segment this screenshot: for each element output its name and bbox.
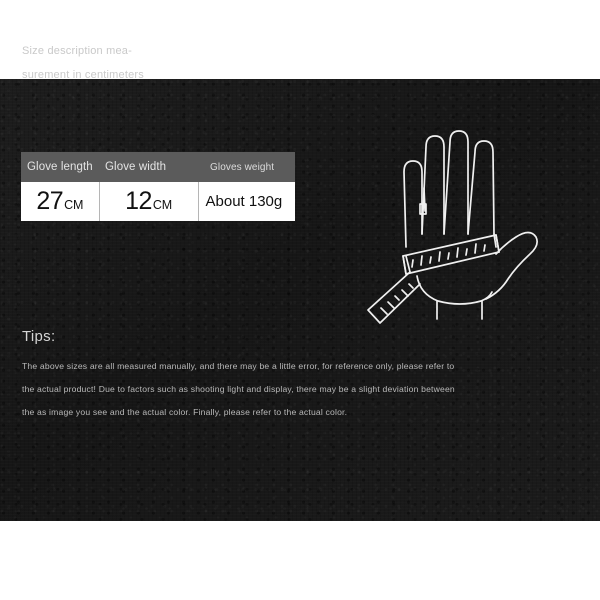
size-description-line-2: surement in centimeters <box>22 69 144 81</box>
column-header-glove-length: Glove length <box>21 152 99 182</box>
cell-glove-width: 12 CM <box>98 182 198 221</box>
tips-heading: Tips: <box>22 328 56 345</box>
cell-gloves-weight: About 130g <box>197 182 295 221</box>
gloves-weight-value: About 130g <box>205 193 283 210</box>
hand-measuring-illustration <box>340 104 570 334</box>
tips-body: The above sizes are all measured manuall… <box>22 355 474 424</box>
tips-line-1: The above sizes are all measured manuall… <box>22 361 455 371</box>
size-description: Size description mea- surement in centim… <box>22 39 282 87</box>
tips-line-2: the actual product! Due to factors such … <box>22 384 455 394</box>
specification-table: Glove length Glove width Gloves weight 2… <box>21 152 295 221</box>
glove-width-unit: CM <box>152 198 172 212</box>
tips-line-3: the as image you see and the actual colo… <box>22 407 348 417</box>
size-chart-page: Size description mea- surement in centim… <box>0 0 600 600</box>
cell-glove-length: 27 CM <box>21 182 99 221</box>
hand-outline-icon <box>403 130 538 320</box>
size-description-line-1: Size description mea- <box>22 45 132 57</box>
table-row: 27 CM 12 CM About 130g <box>21 182 295 221</box>
table-header-row: Glove length Glove width Gloves weight <box>21 152 295 182</box>
glove-length-value: 27 <box>36 187 64 215</box>
column-header-gloves-weight: Gloves weight <box>198 152 295 182</box>
measuring-tape-icon <box>367 234 500 324</box>
column-header-glove-width: Glove width <box>99 152 198 182</box>
glove-length-unit: CM <box>64 198 84 212</box>
glove-width-value: 12 <box>125 187 152 215</box>
